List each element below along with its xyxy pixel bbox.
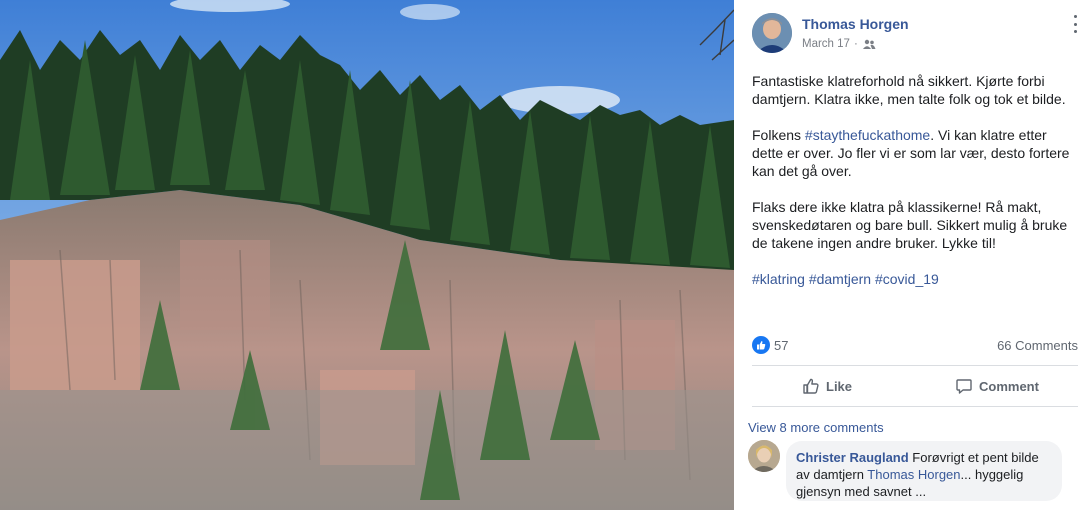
hashtag-link[interactable]: #staythefuckathome (805, 127, 930, 143)
like-reaction-icon (752, 336, 770, 354)
commenter-avatar[interactable] (748, 440, 780, 472)
paragraph-text: Flaks dere ikke klatra på klassikerne! R… (752, 199, 1068, 251)
hashtag-line: #klatring #damtjern #covid_19 (752, 270, 1074, 288)
comment-button-label: Comment (979, 378, 1039, 394)
divider (752, 365, 1078, 366)
post-paragraph: Folkens #staythefuckathome. Vi kan klatr… (752, 126, 1074, 180)
post-date[interactable]: March 17 (802, 38, 850, 50)
paragraph-text: Fantastiske klatreforhold nå sikkert. Kj… (752, 73, 1066, 107)
divider (752, 406, 1078, 407)
view-more-comments-link[interactable]: View 8 more comments (748, 420, 884, 435)
hashtag-link[interactable]: #covid_19 (875, 271, 939, 287)
meta-separator: · (853, 38, 858, 50)
more-options-icon[interactable] (1070, 15, 1080, 33)
like-button-label: Like (826, 378, 853, 394)
hashtag-link[interactable]: #damtjern (809, 271, 871, 287)
person-icon (752, 13, 792, 53)
friends-icon[interactable] (862, 39, 876, 50)
comment-author-name[interactable]: Christer Raugland (796, 450, 909, 465)
post-meta: March 17 · (802, 38, 876, 50)
comment-icon (956, 379, 972, 394)
like-count: 57 (774, 337, 789, 353)
comments-count[interactable]: 66 Comments (997, 338, 1078, 353)
post-paragraph: Fantastiske klatreforhold nå sikkert. Kj… (752, 72, 1074, 108)
author-avatar[interactable] (752, 13, 792, 53)
cliff-forest-image (0, 0, 734, 510)
paragraph-text: Folkens (752, 127, 805, 143)
like-button[interactable]: Like (802, 370, 852, 402)
hashtag-link[interactable]: #klatring (752, 271, 805, 287)
comment-bubble: Christer Raugland Forøvrigt et pent bild… (786, 441, 1062, 501)
reaction-summary[interactable]: 57 (752, 336, 788, 354)
post-paragraph: Flaks dere ikke klatra på klassikerne! R… (752, 198, 1074, 252)
comment-mention-link[interactable]: Thomas Horgen (867, 467, 960, 482)
panel-bottom-edge (736, 502, 1080, 510)
post-author-name[interactable]: Thomas Horgen (802, 16, 909, 32)
post-text: Fantastiske klatreforhold nå sikkert. Kj… (752, 72, 1074, 306)
thumbs-up-icon (803, 378, 819, 394)
post-panel: Thomas Horgen March 17 · Fantastiske kla… (736, 0, 1080, 510)
person-icon (748, 440, 780, 472)
post-photo[interactable] (0, 0, 734, 510)
comment-button[interactable]: Comment (955, 370, 1039, 402)
